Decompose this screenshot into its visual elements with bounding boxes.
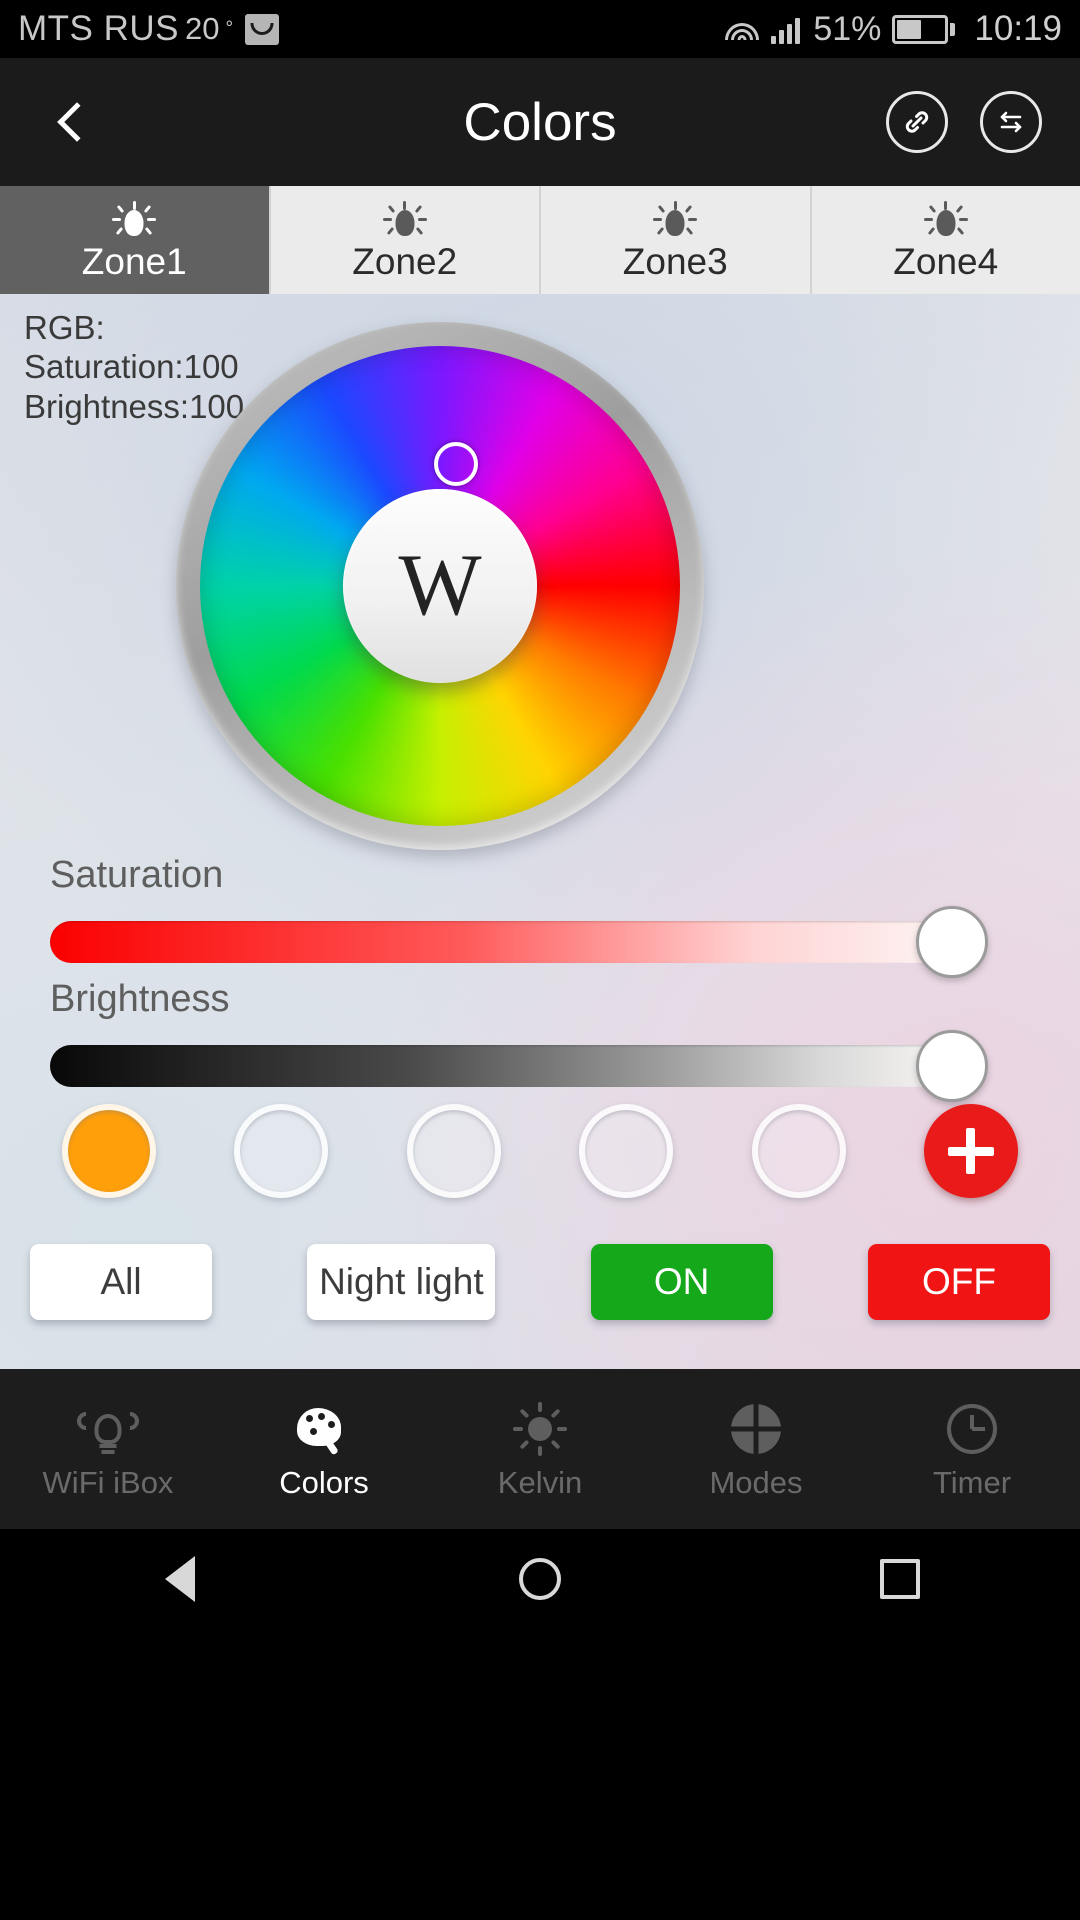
- transfer-arrows-icon: [1000, 111, 1022, 133]
- brightness-slider[interactable]: [50, 1030, 1030, 1102]
- white-mode-button[interactable]: W: [343, 489, 537, 683]
- android-navigation-bar: [0, 1529, 1080, 1628]
- nav-item-colors[interactable]: Colors: [216, 1369, 432, 1529]
- cellular-signal-icon: [771, 14, 801, 44]
- nav-item-kelvin[interactable]: Kelvin: [432, 1369, 648, 1529]
- modes-icon: [725, 1400, 787, 1458]
- color-wheel[interactable]: W: [176, 322, 704, 850]
- zone-tab-label: Zone1: [81, 240, 187, 282]
- brightness-slider-label: Brightness: [50, 978, 230, 1020]
- zone-tab-4[interactable]: Zone4: [811, 186, 1080, 294]
- carrier-label: MTS RUS: [18, 9, 179, 48]
- brightness-slider-thumb[interactable]: [916, 1030, 988, 1102]
- back-chevron-icon: [57, 102, 97, 142]
- android-home-button[interactable]: [480, 1529, 600, 1628]
- degree-symbol: °: [225, 18, 234, 39]
- battery-percent-label: 51%: [813, 9, 882, 48]
- preset-slot-5[interactable]: [751, 1104, 846, 1198]
- zone-tab-label: Zone2: [352, 240, 458, 282]
- wifi-ibox-icon: [73, 1400, 143, 1458]
- link-chain-icon: [905, 111, 929, 133]
- nav-item-modes[interactable]: Modes: [648, 1369, 864, 1529]
- zone-tab-3[interactable]: Zone3: [541, 186, 812, 294]
- all-button[interactable]: All: [30, 1244, 212, 1320]
- header-actions: [886, 91, 1042, 153]
- saturation-slider-block: Saturation: [50, 854, 1030, 978]
- color-selector-ring[interactable]: [434, 442, 478, 486]
- link-button[interactable]: [886, 91, 948, 153]
- weather-smile-icon: [245, 13, 280, 45]
- sun-icon: [509, 1400, 571, 1458]
- white-mode-label: W: [398, 537, 482, 634]
- nav-label: Colors: [279, 1465, 369, 1500]
- zone-tab-label: Zone4: [893, 240, 999, 282]
- clock-label: 10:19: [974, 9, 1062, 48]
- brightness-slider-track[interactable]: [50, 1045, 950, 1087]
- bottom-navigation: WiFi iBox Colors Kelvin Modes Timer: [0, 1369, 1080, 1529]
- zone-tab-label: Zone3: [622, 240, 728, 282]
- saturation-slider-thumb[interactable]: [916, 906, 988, 978]
- wifi-icon: [724, 14, 760, 44]
- preset-slot-1[interactable]: [62, 1104, 156, 1198]
- sync-button[interactable]: [980, 91, 1042, 153]
- zone-tab-2[interactable]: Zone2: [270, 186, 541, 294]
- preset-slot-2[interactable]: [234, 1104, 329, 1198]
- main-content: RGB: Saturation:100 Brightness:100 W Sat…: [0, 294, 1080, 1369]
- preset-colors-row: [0, 1104, 1080, 1198]
- status-bar-left: MTS RUS 20 °: [18, 9, 280, 49]
- zone-tabs: Zone1 Zone2 Zone3 Zone4: [0, 186, 1080, 294]
- saturation-slider-label: Saturation: [50, 854, 224, 896]
- nav-item-timer[interactable]: Timer: [864, 1369, 1080, 1529]
- saturation-slider-track[interactable]: [50, 921, 950, 963]
- nav-label: WiFi iBox: [42, 1465, 174, 1500]
- palette-icon: [293, 1400, 355, 1458]
- bulb-icon: [923, 200, 969, 241]
- android-recents-button[interactable]: [840, 1529, 960, 1628]
- saturation-slider[interactable]: [50, 906, 1030, 978]
- recents-square-icon: [880, 1558, 920, 1599]
- home-circle-icon: [519, 1557, 561, 1600]
- status-bar: MTS RUS 20 ° 51% 10:19: [0, 0, 1080, 58]
- nav-item-wifi-ibox[interactable]: WiFi iBox: [0, 1369, 216, 1529]
- brightness-slider-block: Brightness: [50, 978, 1030, 1102]
- nav-label: Modes: [709, 1465, 803, 1500]
- preset-slot-4[interactable]: [579, 1104, 674, 1198]
- night-light-button[interactable]: Night light: [307, 1244, 496, 1320]
- clock-icon: [941, 1400, 1003, 1458]
- bulb-icon: [382, 200, 428, 241]
- bulb-icon: [652, 200, 698, 241]
- power-on-button[interactable]: ON: [590, 1244, 773, 1320]
- android-back-button[interactable]: [120, 1529, 240, 1628]
- back-button[interactable]: [38, 87, 108, 157]
- preset-slot-3[interactable]: [406, 1104, 501, 1198]
- add-preset-button[interactable]: [923, 1104, 1018, 1198]
- zone-tab-1[interactable]: Zone1: [0, 186, 271, 294]
- power-off-button[interactable]: OFF: [867, 1244, 1050, 1320]
- battery-icon: [892, 14, 956, 44]
- temperature-label: 20: [185, 11, 220, 46]
- app-header: Colors: [0, 58, 1080, 186]
- nav-label: Timer: [932, 1465, 1012, 1500]
- bulb-icon: [111, 200, 157, 241]
- action-buttons-row: All Night light ON OFF: [0, 1244, 1080, 1320]
- nav-label: Kelvin: [497, 1465, 583, 1500]
- app-root: MTS RUS 20 ° 51% 10:19 Colors Zone1 Zone…: [0, 0, 1080, 1920]
- status-bar-right: 51% 10:19: [724, 9, 1062, 49]
- back-triangle-icon: [165, 1555, 195, 1602]
